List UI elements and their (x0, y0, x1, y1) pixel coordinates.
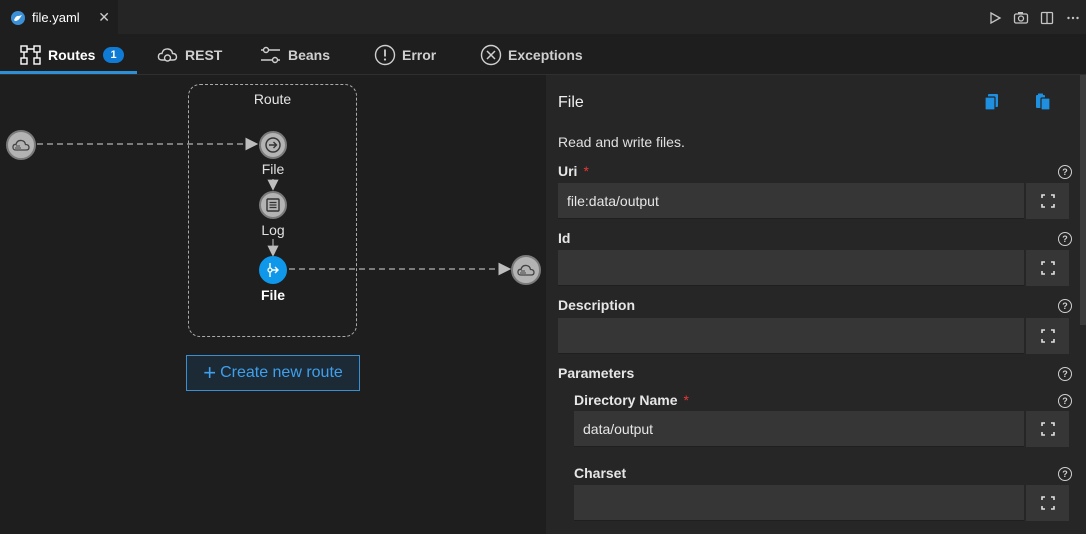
step-node-file-selected[interactable] (259, 256, 287, 284)
cloud-icon (517, 264, 535, 276)
expand-icon (1040, 329, 1055, 343)
expand-description-button[interactable] (1025, 318, 1069, 354)
tab-routes-label: Routes (48, 47, 96, 63)
id-label: Id (558, 230, 571, 246)
cloud-icon (12, 139, 30, 151)
tab-rest-label: REST (185, 47, 223, 63)
charset-field[interactable] (574, 485, 1024, 521)
tab-routes[interactable]: Routes 1 (20, 36, 124, 74)
incoming-endpoint-node[interactable] (6, 130, 36, 160)
expand-charset-button[interactable] (1025, 485, 1069, 521)
help-icon[interactable]: ? (1058, 165, 1072, 179)
required-marker: * (683, 392, 689, 408)
expand-icon (1040, 261, 1055, 275)
camera-icon[interactable] (1008, 5, 1034, 31)
panel-scrollbar[interactable] (1080, 75, 1086, 325)
tab-error[interactable]: Error (374, 36, 436, 74)
tab-exceptions-label: Exceptions (508, 47, 583, 63)
beans-icon (261, 46, 280, 64)
error-icon (374, 44, 396, 66)
create-new-route-button[interactable]: + Create new route (186, 355, 360, 391)
designer-tabs: Routes 1 REST Beans Error Exceptions (0, 36, 1086, 75)
exceptions-icon (480, 44, 502, 66)
camel-file-icon (11, 10, 25, 25)
expand-icon (1040, 496, 1055, 510)
help-icon[interactable]: ? (1058, 232, 1072, 246)
copy-icon[interactable] (984, 93, 1000, 111)
tab-rest[interactable]: REST (157, 36, 222, 74)
split-editor-icon[interactable] (1034, 5, 1060, 31)
file-producer-icon (267, 263, 279, 277)
uri-label: Uri * (558, 163, 589, 179)
step-node-file[interactable] (259, 131, 287, 159)
routes-count-badge: 1 (103, 47, 124, 63)
expand-directory-name-button[interactable] (1025, 411, 1069, 447)
uri-field[interactable]: file:data/output (558, 183, 1024, 219)
panel-title: File (558, 94, 584, 111)
editor-titlebar: file.yaml ✕ (0, 0, 1086, 35)
routes-icon (20, 45, 41, 65)
create-new-route-label: Create new route (220, 364, 343, 381)
help-icon[interactable]: ? (1058, 394, 1072, 408)
parameters-label: Parameters (558, 365, 635, 381)
active-tab-indicator (0, 71, 137, 74)
editor-actions (982, 0, 1086, 35)
step-label-file-selected: File (260, 287, 286, 303)
close-tab-icon[interactable]: ✕ (98, 9, 110, 26)
required-marker: * (583, 163, 589, 179)
help-icon[interactable]: ? (1058, 467, 1072, 481)
outgoing-endpoint-node[interactable] (511, 255, 541, 285)
step-label-file: File (261, 161, 285, 177)
description-label: Description (558, 297, 636, 313)
rest-cloud-icon (157, 48, 178, 62)
file-tab[interactable]: file.yaml ✕ (0, 0, 118, 35)
paste-icon[interactable] (1035, 93, 1051, 111)
file-consumer-icon (265, 137, 281, 153)
directory-name-field[interactable]: data/output (574, 411, 1024, 447)
step-node-log[interactable] (259, 191, 287, 219)
expand-id-button[interactable] (1025, 250, 1069, 286)
panel-description: Read and write files. (558, 134, 685, 150)
expand-uri-button[interactable] (1025, 183, 1069, 219)
expand-icon (1040, 422, 1055, 436)
tab-beans[interactable]: Beans (260, 36, 330, 74)
tab-exceptions[interactable]: Exceptions (480, 36, 583, 74)
directory-name-label: Directory Name * (574, 392, 689, 408)
route-title: Route (253, 91, 292, 107)
charset-label: Charset (574, 465, 627, 481)
play-icon[interactable] (982, 5, 1008, 31)
file-tab-label: file.yaml (32, 10, 80, 25)
description-field[interactable] (558, 318, 1024, 354)
id-field[interactable] (558, 250, 1024, 286)
properties-panel: File Read and write files. Uri * ? file:d… (546, 75, 1086, 534)
help-icon[interactable]: ? (1058, 367, 1072, 381)
step-label-log: Log (261, 222, 285, 238)
log-icon (266, 198, 280, 212)
plus-icon: + (203, 360, 217, 385)
expand-icon (1040, 194, 1055, 208)
tab-error-label: Error (402, 47, 437, 63)
route-canvas[interactable]: Route File Log File + Create new route (0, 75, 546, 534)
help-icon[interactable]: ? (1058, 299, 1072, 313)
more-icon[interactable] (1060, 5, 1086, 31)
tab-beans-label: Beans (288, 47, 331, 63)
